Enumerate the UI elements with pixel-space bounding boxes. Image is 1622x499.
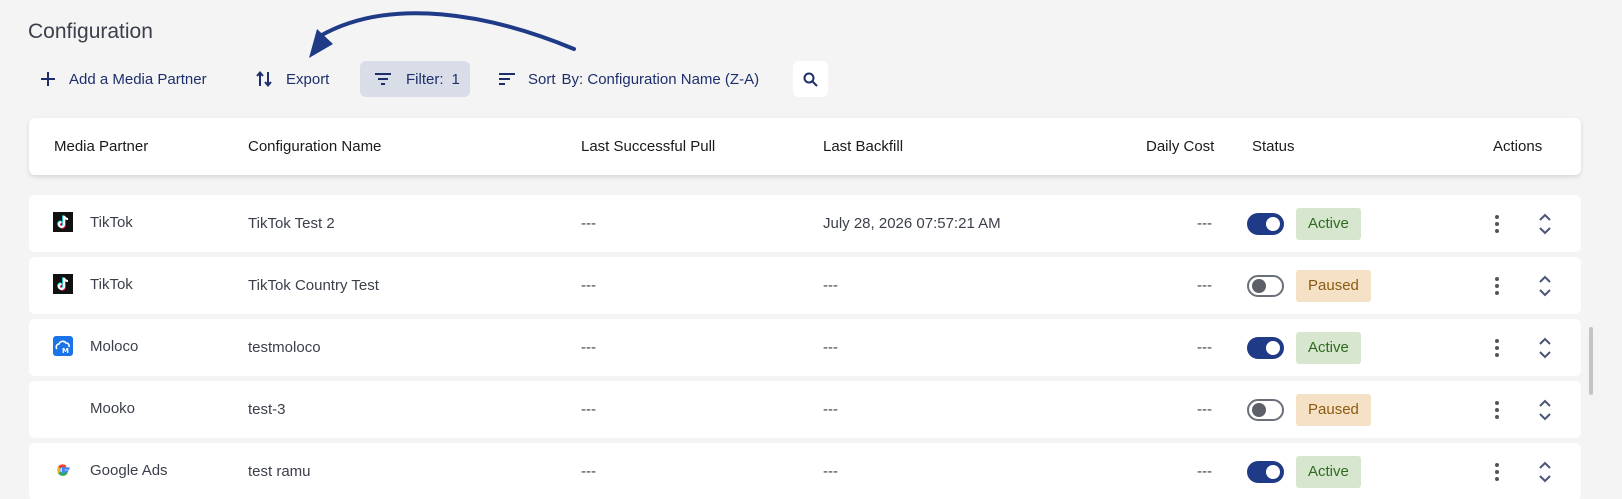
filter-label: Filter:	[406, 70, 444, 88]
filter-count: 1	[451, 70, 460, 88]
more-vertical-icon[interactable]	[1487, 461, 1507, 483]
table-row[interactable]: Google Ads test ramu --- --- --- Active	[29, 443, 1581, 499]
status-badge: Paused	[1296, 270, 1371, 302]
page-title: Configuration	[28, 20, 153, 43]
configuration-name: test-3	[248, 401, 286, 418]
last-backfill: ---	[823, 277, 838, 294]
expand-icon[interactable]	[1535, 212, 1555, 236]
table-header: Media Partner Configuration Name Last Su…	[29, 118, 1581, 175]
status-toggle[interactable]	[1247, 213, 1284, 235]
export-label: Export	[286, 70, 330, 88]
column-header-configuration-name[interactable]: Configuration Name	[248, 118, 381, 175]
toggle-knob	[1266, 341, 1280, 355]
last-successful-pull: ---	[581, 215, 596, 232]
tiktok-logo-icon	[53, 212, 73, 232]
last-backfill: ---	[823, 339, 838, 356]
last-successful-pull: ---	[581, 277, 596, 294]
media-partner-name: TikTok	[90, 214, 133, 231]
last-backfill: ---	[823, 401, 838, 418]
configuration-name: test ramu	[248, 463, 311, 480]
svg-text:M: M	[62, 347, 69, 355]
table-row[interactable]: Mooko test-3 --- --- --- Paused	[29, 381, 1581, 438]
media-partner-name: Google Ads	[90, 462, 168, 479]
column-header-media-partner[interactable]: Media Partner	[54, 118, 148, 175]
sort-value: By: Configuration Name (Z-A)	[561, 70, 760, 88]
status-badge: Active	[1296, 456, 1361, 488]
table-row[interactable]: TikTok TikTok Country Test --- --- --- P…	[29, 257, 1581, 314]
column-header-status[interactable]: Status	[1252, 118, 1295, 175]
status-badge: Paused	[1296, 394, 1371, 426]
column-header-last-backfill[interactable]: Last Backfill	[823, 118, 903, 175]
status-toggle[interactable]	[1247, 275, 1284, 297]
more-vertical-icon[interactable]	[1487, 275, 1507, 297]
last-successful-pull: ---	[581, 463, 596, 480]
toolbar: Add a Media Partner Export Filter: 1 Sor…	[0, 61, 900, 97]
add-media-partner-label: Add a Media Partner	[69, 70, 207, 88]
configuration-name: TikTok Test 2	[248, 215, 335, 232]
moloco-logo-icon: M	[53, 336, 73, 356]
add-media-partner-button[interactable]: Add a Media Partner	[40, 61, 207, 97]
more-vertical-icon[interactable]	[1487, 399, 1507, 421]
daily-cost: ---	[1197, 339, 1212, 356]
filter-icon	[375, 73, 391, 85]
last-successful-pull: ---	[581, 339, 596, 356]
media-partner-name: Mooko	[90, 400, 136, 417]
column-header-actions: Actions	[1493, 138, 1543, 155]
configuration-name: testmoloco	[248, 339, 321, 356]
expand-icon[interactable]	[1535, 336, 1555, 360]
more-vertical-icon[interactable]	[1487, 213, 1507, 235]
daily-cost: ---	[1197, 215, 1212, 232]
filter-button[interactable]: Filter: 1	[360, 61, 470, 97]
scrollbar[interactable]	[1589, 327, 1593, 395]
daily-cost: ---	[1197, 401, 1212, 418]
status-badge: Active	[1296, 208, 1361, 240]
toggle-knob	[1266, 465, 1280, 479]
daily-cost: ---	[1197, 463, 1212, 480]
status-toggle[interactable]	[1247, 399, 1284, 421]
sort-icon	[499, 73, 515, 85]
toggle-knob	[1252, 403, 1266, 417]
toggle-knob	[1252, 279, 1266, 293]
status-badge: Active	[1296, 332, 1361, 364]
last-backfill: July 28, 2026 07:57:21 AM	[823, 215, 1001, 232]
swap-vertical-icon	[256, 70, 272, 88]
google-logo-icon	[57, 464, 70, 476]
table-row[interactable]: TikTok TikTok Test 2 --- July 28, 2026 0…	[29, 195, 1581, 252]
more-vertical-icon[interactable]	[1487, 337, 1507, 359]
expand-icon[interactable]	[1535, 274, 1555, 298]
last-successful-pull: ---	[581, 401, 596, 418]
tiktok-logo-icon	[53, 274, 73, 294]
search-button[interactable]	[793, 61, 828, 97]
media-partner-name: Moloco	[90, 338, 139, 355]
table-row[interactable]: M Moloco testmoloco --- --- --- Active	[29, 319, 1581, 376]
sort-button[interactable]: Sort By: Configuration Name (Z-A)	[498, 61, 759, 97]
export-button[interactable]: Export	[255, 61, 329, 97]
media-partner-name: TikTok	[90, 276, 133, 293]
column-header-daily-cost[interactable]: Daily Cost	[1146, 118, 1214, 175]
daily-cost: ---	[1197, 277, 1212, 294]
configuration-name: TikTok Country Test	[248, 277, 379, 294]
last-backfill: ---	[823, 463, 838, 480]
toggle-knob	[1266, 217, 1280, 231]
plus-icon	[41, 72, 55, 86]
search-icon	[803, 72, 818, 87]
status-toggle[interactable]	[1247, 337, 1284, 359]
status-toggle[interactable]	[1247, 461, 1284, 483]
expand-icon[interactable]	[1535, 398, 1555, 422]
expand-icon[interactable]	[1535, 460, 1555, 484]
sort-label: Sort	[528, 70, 556, 88]
column-header-last-successful-pull[interactable]: Last Successful Pull	[581, 118, 715, 175]
